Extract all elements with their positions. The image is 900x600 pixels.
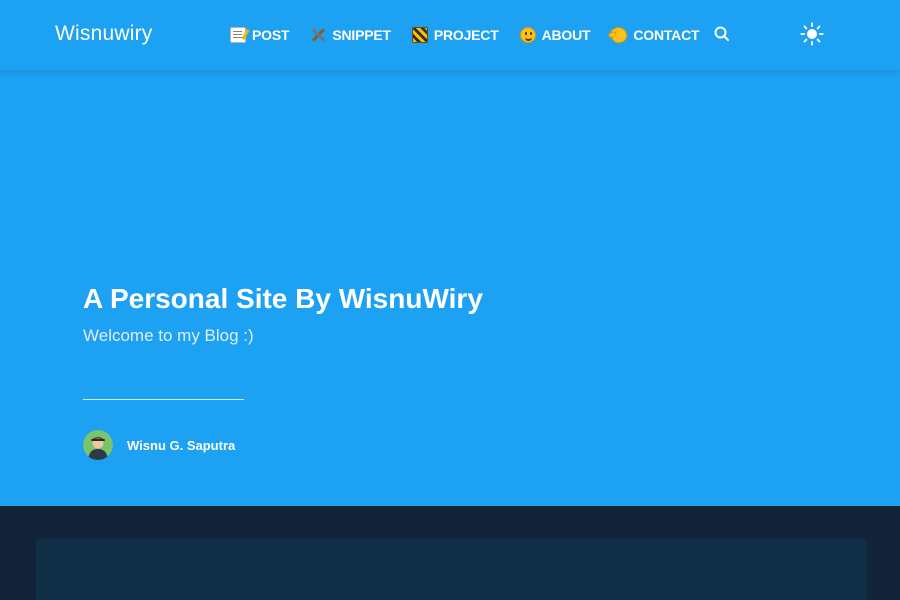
theme-toggle-button[interactable] bbox=[800, 22, 824, 46]
site-brand-link[interactable]: Wisnuwiry bbox=[55, 22, 152, 46]
nav-item-label: ABOUT bbox=[541, 27, 591, 43]
author-link[interactable]: Wisnu G. Saputra bbox=[83, 430, 235, 460]
nav-item-snippet[interactable]: SNIPPET bbox=[310, 27, 391, 43]
nav-item-label: PROJECT bbox=[433, 27, 499, 43]
nav-item-label: CONTACT bbox=[633, 27, 700, 43]
nav-item-post[interactable]: POST bbox=[230, 27, 290, 43]
call-me-hand-icon bbox=[609, 24, 630, 46]
hero-title: A Personal Site By WisnuWiry bbox=[83, 283, 483, 314]
search-button[interactable] bbox=[713, 25, 731, 43]
nav-links: POST SNIPPET PROJECT ABOUT CONTACT bbox=[230, 24, 720, 46]
author-name: Wisnu G. Saputra bbox=[127, 437, 236, 453]
sun-icon bbox=[800, 22, 824, 46]
nav-item-label: SNIPPET bbox=[332, 27, 391, 43]
navbar: Wisnuwiry POST SNIPPET PROJECT ABOUT CON… bbox=[0, 0, 900, 70]
nav-item-contact[interactable]: CONTACT bbox=[609, 24, 700, 46]
nav-item-project[interactable]: PROJECT bbox=[411, 27, 499, 43]
content-card bbox=[36, 538, 867, 600]
construction-icon bbox=[411, 27, 428, 43]
search-icon bbox=[714, 26, 729, 41]
smile-icon bbox=[519, 27, 536, 43]
memo-icon bbox=[230, 27, 246, 43]
divider bbox=[83, 399, 244, 400]
hero-subtitle: Welcome to my Blog :) bbox=[83, 326, 254, 345]
nav-item-label: POST bbox=[252, 27, 290, 43]
avatar bbox=[83, 430, 113, 460]
hammer-wrench-icon bbox=[310, 27, 326, 43]
nav-item-about[interactable]: ABOUT bbox=[519, 27, 591, 43]
